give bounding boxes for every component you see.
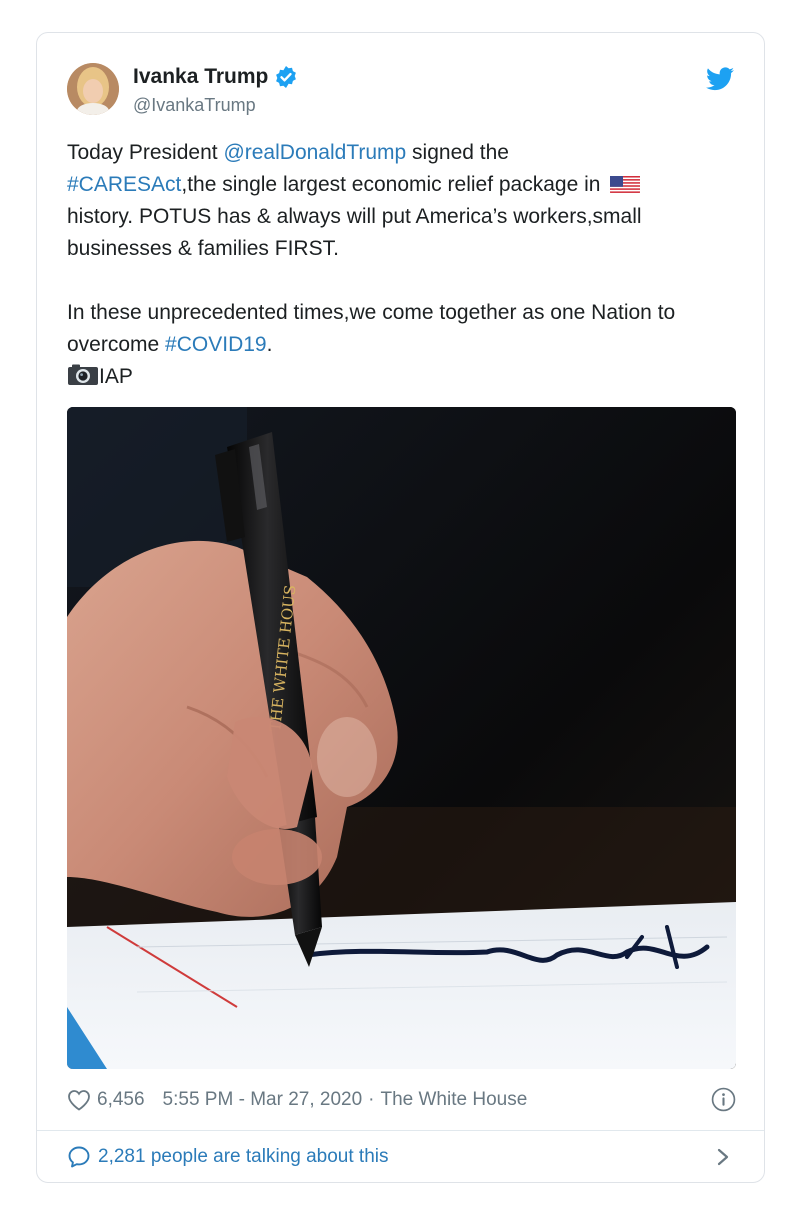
tweet-text-segment: In these unprecedented times,we come tog… [67,301,676,356]
avatar[interactable] [67,63,119,115]
tweet-text-segment: ,the single largest economic relief pack… [181,173,607,196]
tweet-card: Ivanka Trump @IvankaTrump Today Presiden… [36,32,765,1183]
tweet-text-segment: . [266,333,273,356]
hashtag-link-covid19[interactable]: #COVID19 [165,333,267,356]
tweet-meta: 6,456 5:55 PM - Mar 27, 2020 · The White… [67,1086,736,1114]
tweet-text-segment: Today President [67,141,224,164]
location-link[interactable]: The White House [380,1089,527,1111]
tweet-text-segment: signed the [406,141,509,164]
us-flag-emoji [610,174,641,194]
mention-link[interactable]: @realDonaldTrump [223,141,406,164]
author-name-row[interactable]: Ivanka Trump [133,65,298,89]
like-count[interactable]: 6,456 [97,1089,145,1111]
conversation-label[interactable]: 2,281 people are talking about this [98,1146,389,1168]
tweet-text-segment: history. POTUS has & always will put Ame… [67,205,642,260]
chevron-right-icon[interactable] [716,1147,730,1167]
conversation-link[interactable]: 2,281 people are talking about this [67,1143,736,1171]
reply-bubble-icon [68,1146,90,1168]
verified-badge-icon [276,66,297,88]
tweet-text: Today President @realDonaldTrump signed … [67,137,743,393]
footer-divider [37,1130,764,1131]
heart-icon[interactable] [67,1089,91,1111]
photo-credit: IAP [99,365,133,388]
hashtag-link-caresact[interactable]: #CARESAct [67,173,181,196]
tweet-paragraph-1: Today President @realDonaldTrump signed … [67,137,743,265]
info-icon[interactable] [711,1087,736,1112]
author-handle[interactable]: @IvankaTrump [133,95,256,116]
display-name[interactable]: Ivanka Trump [133,65,268,89]
timestamp-link[interactable]: 5:55 PM - Mar 27, 2020 [163,1089,363,1111]
tweet-photo[interactable]: THE WHITE HOUS [67,407,736,1069]
camera-emoji [67,364,99,386]
twitter-bird-icon[interactable] [706,67,734,91]
meta-separator: · [368,1089,375,1110]
tweet-paragraph-2: In these unprecedented times,we come tog… [67,297,743,393]
